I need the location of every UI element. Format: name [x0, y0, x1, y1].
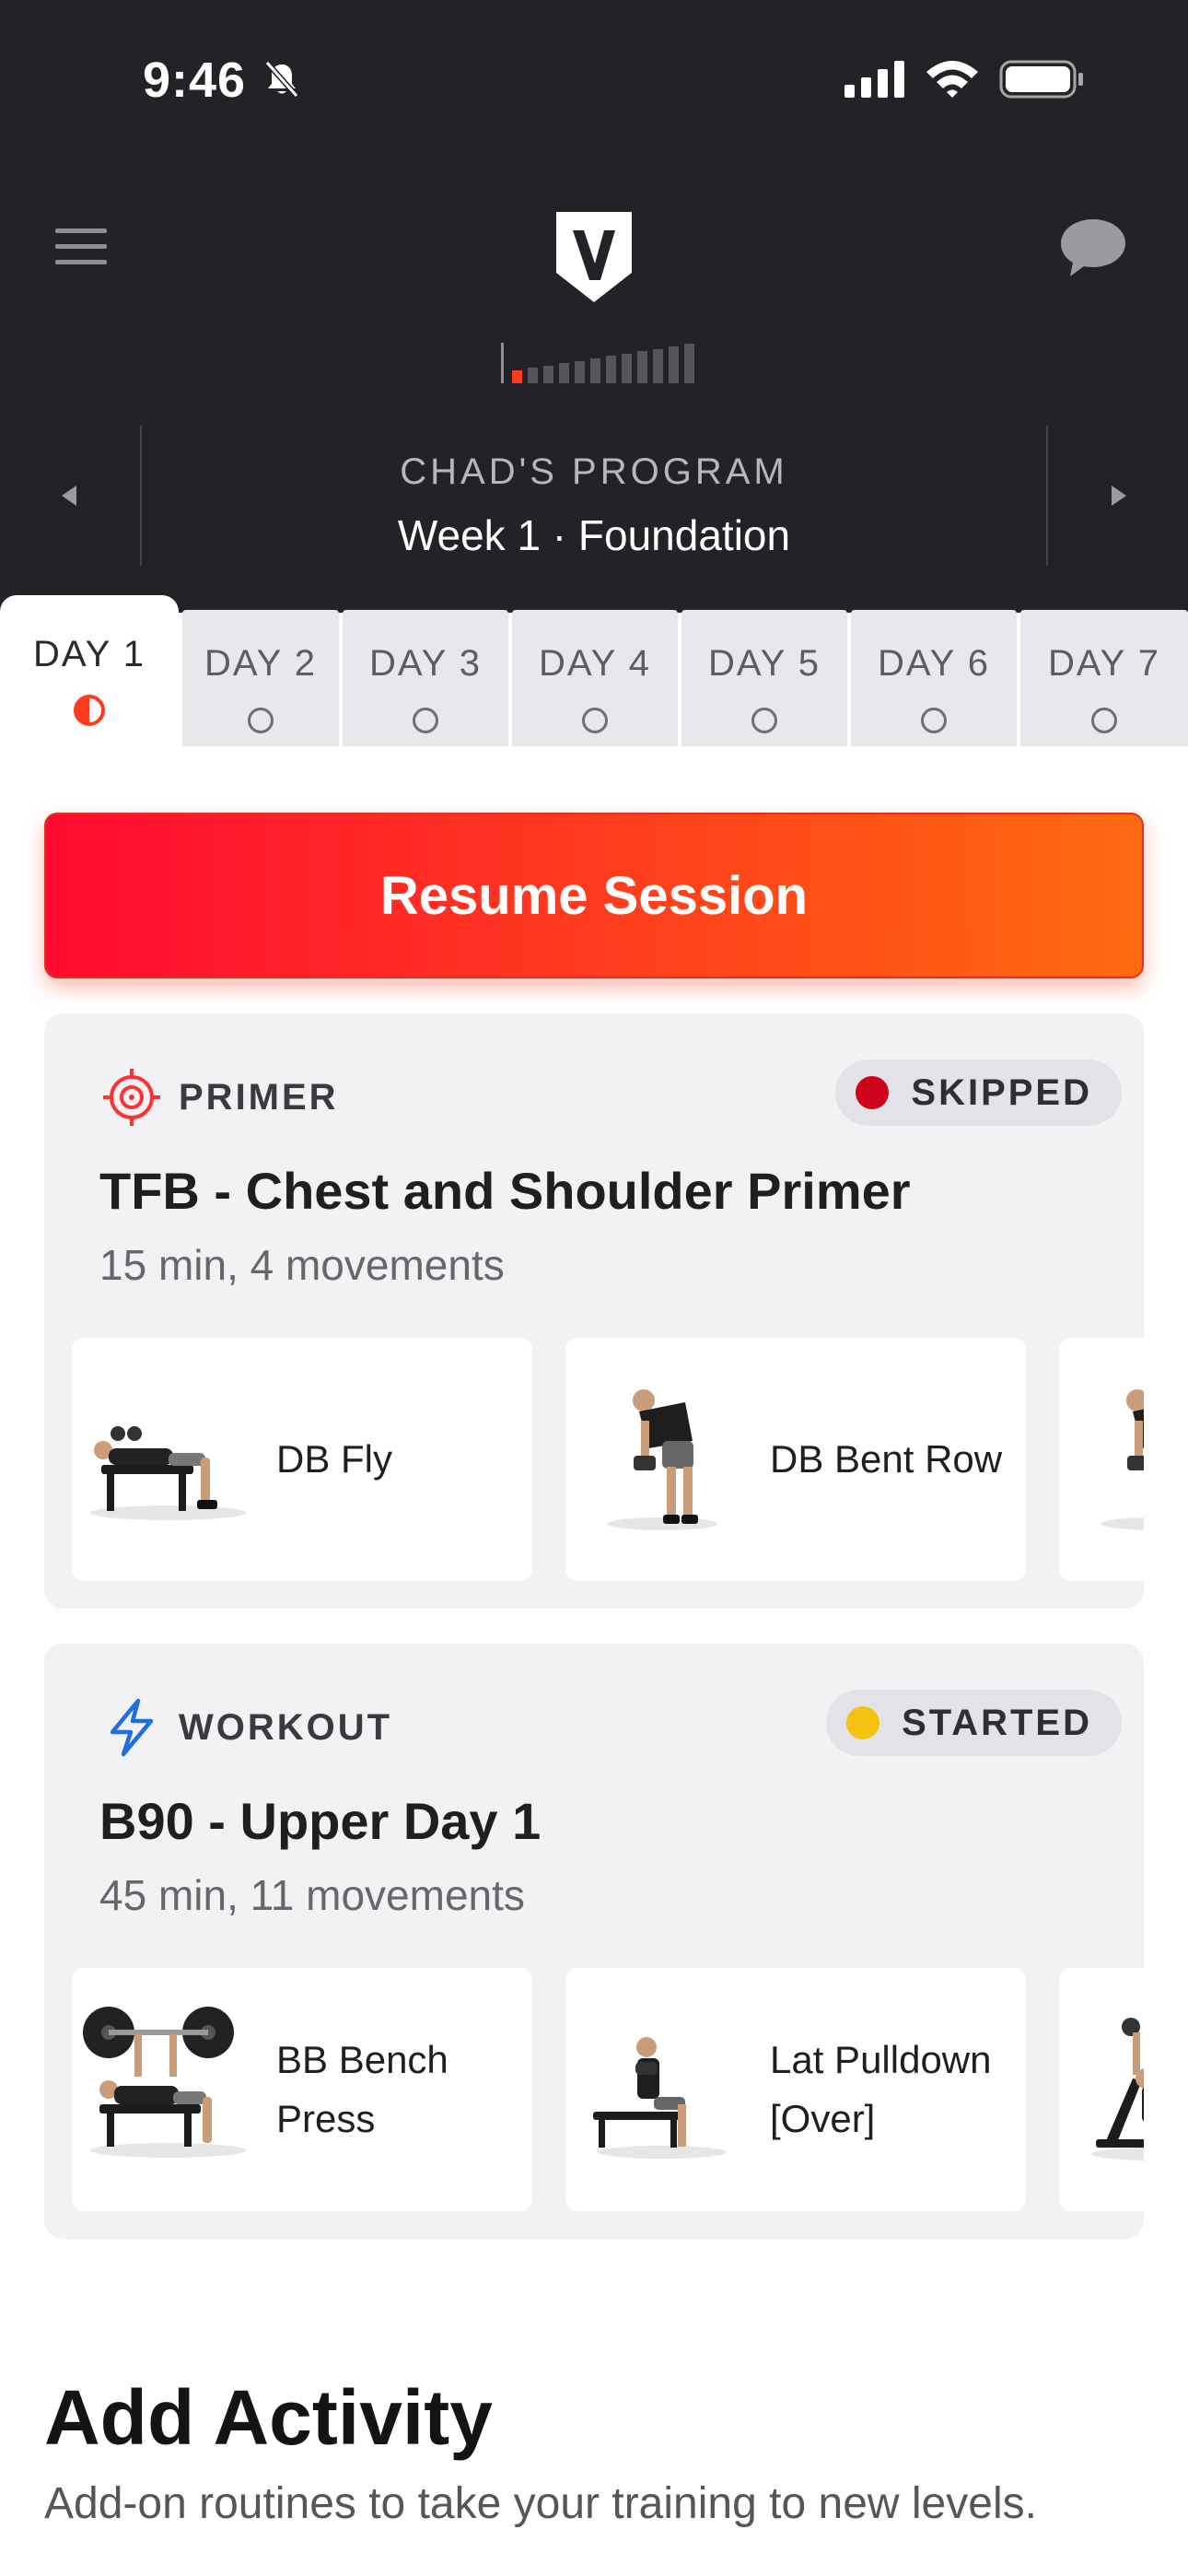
status-time: 9:46 — [143, 53, 247, 108]
movement-card[interactable]: BB Bench Press — [72, 1968, 532, 2211]
tab-day-7[interactable]: DAY 7 — [1020, 610, 1188, 746]
status-badge: SKIPPED — [835, 1060, 1122, 1126]
session-type-label: PRIMER — [179, 1076, 339, 1118]
half-circle-icon — [74, 695, 105, 726]
progress-week-bar — [622, 354, 632, 383]
empty-circle-icon — [248, 708, 274, 733]
tab-label: DAY 6 — [878, 643, 990, 684]
progress-week-bar — [559, 363, 569, 383]
caret-right-icon — [1112, 486, 1126, 506]
movement-carousel[interactable]: DB Fly DB Bent Row — [72, 1338, 1144, 1581]
movement-image — [1101, 1389, 1144, 1530]
program-progress-bars — [501, 343, 694, 383]
bb-bench-press-image — [83, 2007, 247, 2158]
next-week-button[interactable] — [1046, 426, 1188, 566]
tab-day-5[interactable]: DAY 5 — [681, 610, 847, 746]
primer-session-card[interactable]: PRIMER SKIPPED TFB - Chest and Shoulder … — [44, 1013, 1144, 1609]
status-badge-label: SKIPPED — [911, 1071, 1092, 1113]
session-type-label: WORKOUT — [179, 1706, 393, 1748]
lat-pulldown-image — [593, 2037, 727, 2159]
status-badge-label: STARTED — [902, 1702, 1092, 1743]
status-badge: STARTED — [826, 1690, 1122, 1756]
empty-circle-icon — [582, 708, 608, 733]
movement-name: DB Bent Row — [770, 1437, 1003, 1481]
movement-card[interactable]: DB Fly — [72, 1338, 532, 1581]
day-tabs: DAY 1 DAY 2 DAY 3 DAY 4 DAY 5 DAY 6 DAY … — [0, 595, 1188, 746]
movement-carousel[interactable]: BB Bench Press Lat Pulldown [Over] — [72, 1968, 1144, 2211]
tab-day-2[interactable]: DAY 2 — [182, 610, 339, 746]
session-meta: 45 min, 11 movements — [99, 1871, 525, 1919]
tab-label: DAY 3 — [369, 643, 482, 684]
movement-name: BB Bench Press — [276, 2038, 448, 2140]
week-navigator: CHAD'S PROGRAM Week 1 · Foundation — [0, 426, 1188, 566]
progress-week-bar — [606, 356, 616, 383]
previous-week-button[interactable] — [0, 426, 142, 566]
tab-label: DAY 2 — [204, 643, 317, 684]
movement-image — [1091, 2018, 1144, 2160]
db-bent-row-image — [607, 1389, 717, 1530]
session-type: WORKOUT — [99, 1695, 392, 1760]
session-meta: 15 min, 4 movements — [99, 1241, 505, 1289]
empty-circle-icon — [1091, 708, 1117, 733]
progress-week-bar — [653, 349, 663, 383]
movement-card[interactable]: DB Bent Row — [565, 1338, 1026, 1581]
empty-circle-icon — [751, 708, 777, 733]
week-title: Week 1 · Foundation — [397, 511, 791, 559]
battery-icon — [999, 60, 1083, 99]
movement-card[interactable] — [1059, 1968, 1144, 2211]
tab-day-1[interactable]: DAY 1 — [0, 595, 179, 746]
progress-week-bar — [684, 344, 694, 383]
workout-session-card[interactable]: WORKOUT STARTED B90 - Upper Day 1 45 min… — [44, 1644, 1144, 2239]
movement-card[interactable]: Lat Pulldown [Over] — [565, 1968, 1026, 2211]
add-activity-heading: Add Activity — [44, 2374, 493, 2461]
tab-day-3[interactable]: DAY 3 — [343, 610, 508, 746]
program-name: CHAD'S PROGRAM — [400, 451, 788, 492]
empty-circle-icon — [921, 708, 947, 733]
wifi-icon — [926, 61, 978, 98]
session-title: B90 - Upper Day 1 — [99, 1792, 542, 1850]
movement-name: DB Fly — [276, 1437, 392, 1481]
tab-day-6[interactable]: DAY 6 — [851, 610, 1017, 746]
add-activity-subtitle: Add-on routines to take your training to… — [44, 2479, 1037, 2528]
progress-baseline — [501, 343, 504, 383]
session-title: TFB - Chest and Shoulder Primer — [99, 1162, 911, 1220]
tab-day-4[interactable]: DAY 4 — [512, 610, 678, 746]
tab-label: DAY 4 — [539, 643, 651, 684]
empty-circle-icon — [413, 708, 438, 733]
tab-label: DAY 7 — [1048, 643, 1160, 684]
status-dot — [856, 1076, 890, 1109]
movement-card[interactable] — [1059, 1338, 1144, 1581]
tab-label: DAY 5 — [708, 643, 821, 684]
caret-left-icon — [62, 486, 76, 506]
session-type: PRIMER — [99, 1065, 339, 1130]
progress-week-bar — [637, 351, 647, 383]
progress-week-bar — [528, 368, 538, 383]
db-fly-image — [90, 1426, 247, 1520]
progress-week-bar — [590, 358, 600, 383]
chat-bubble-icon[interactable] — [1057, 216, 1129, 280]
lightning-bolt-icon — [110, 1698, 154, 1757]
progress-week-bar — [512, 370, 522, 383]
progress-week-bar — [543, 366, 553, 383]
hamburger-menu-icon[interactable] — [55, 225, 107, 269]
bell-slash-icon — [264, 61, 299, 98]
cellular-signal-icon — [844, 61, 904, 98]
progress-week-bar — [575, 361, 585, 383]
progress-week-bar — [669, 346, 679, 383]
tab-label: DAY 1 — [33, 634, 146, 674]
target-icon — [103, 1069, 160, 1126]
movement-name: Lat Pulldown [Over] — [770, 2038, 992, 2140]
app-header: 9:46 CHAD'S PROGRAM Week 1 · Foundation — [0, 0, 1188, 613]
status-dot — [846, 1706, 880, 1739]
brand-logo-icon — [556, 212, 632, 302]
resume-session-button[interactable]: Resume Session — [44, 813, 1144, 978]
